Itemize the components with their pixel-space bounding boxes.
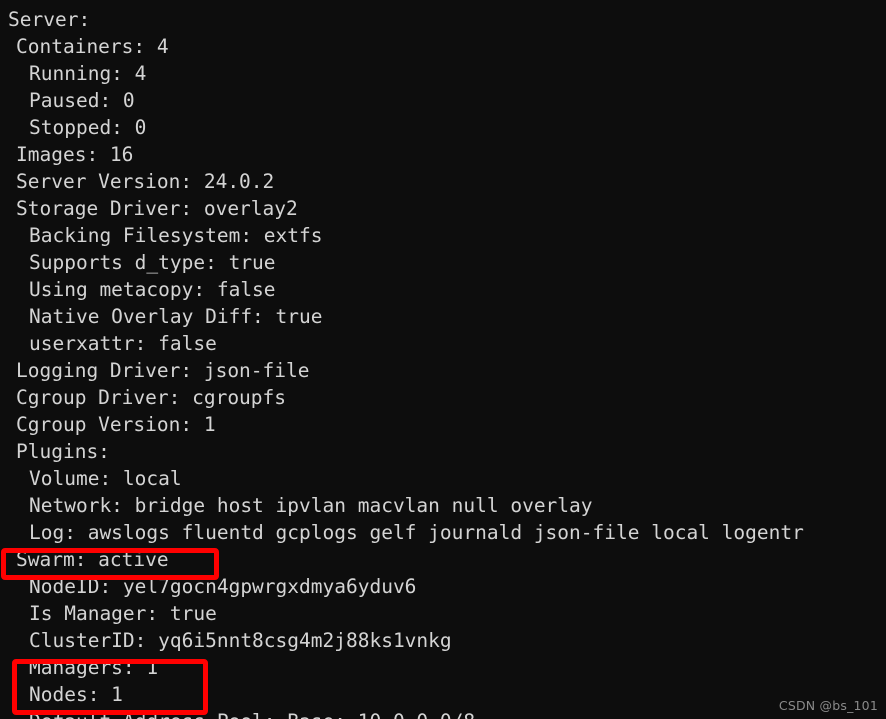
terminal-line: Paused: 0 — [29, 89, 135, 112]
terminal-line: Stopped: 0 — [29, 116, 147, 139]
terminal-line: Network: bridge host ipvlan macvlan null… — [29, 494, 593, 517]
terminal-line: Swarm: active — [16, 548, 169, 571]
terminal-line: Is Manager: true — [29, 602, 217, 625]
terminal-line: Containers: 4 — [16, 35, 169, 58]
terminal-line: Managers: 1 — [29, 656, 159, 679]
terminal-line: Cgroup Driver: cgroupfs — [16, 386, 287, 409]
terminal-line: Nodes: 1 — [29, 683, 123, 706]
terminal-line: NodeID: yel7gocn4gpwrgxdmya6yduv6 — [29, 575, 417, 598]
terminal-line: Storage Driver: overlay2 — [16, 197, 298, 220]
terminal-line: Backing Filesystem: extfs — [29, 224, 323, 247]
terminal-line: Supports d_type: true — [29, 251, 276, 274]
watermark-label: CSDN @bs_101 — [778, 698, 878, 713]
terminal-line: Cgroup Version: 1 — [16, 413, 216, 436]
terminal-line: Volume: local — [29, 467, 182, 490]
terminal-output: Server: Containers: 4 Running: 4 Paused: 0 S… — [0, 0, 886, 719]
terminal-screenshot: Server: Containers: 4 Running: 4 Paused: 0 S… — [0, 0, 886, 719]
terminal-line: Logging Driver: json-file — [16, 359, 310, 382]
terminal-line: userxattr: false — [29, 332, 217, 355]
terminal-line: Native Overlay Diff: true — [29, 305, 323, 328]
terminal-line: Server: — [8, 8, 91, 31]
terminal-line: Plugins: — [16, 440, 110, 463]
terminal-line: ClusterID: yq6i5nnt8csg4m2j88ks1vnkg — [29, 629, 452, 652]
terminal-line: Default Address Pool: Base: 10.0.0.0/8 — [0, 708, 886, 719]
terminal-line: Using metacopy: false — [29, 278, 276, 301]
terminal-line: Log: awslogs fluentd gcplogs gelf journa… — [29, 521, 804, 544]
terminal-line: Server Version: 24.0.2 — [16, 170, 275, 193]
terminal-line: Running: 4 — [29, 62, 147, 85]
terminal-line: Images: 16 — [16, 143, 134, 166]
